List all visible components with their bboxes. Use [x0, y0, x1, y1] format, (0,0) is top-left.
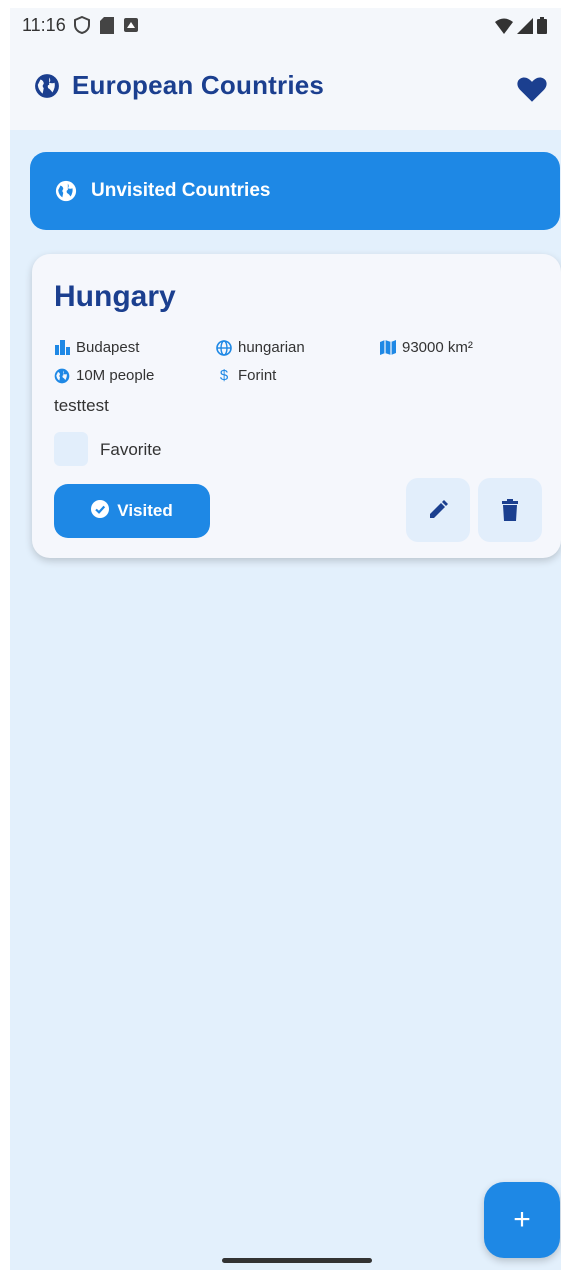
page-title: European Countries: [72, 70, 325, 100]
favorites-button[interactable]: [515, 72, 549, 106]
trash-icon: [502, 499, 518, 521]
battery-icon: [537, 17, 547, 39]
unvisited-filter-button[interactable]: Unvisited Countries: [30, 152, 560, 230]
dollar-icon: $: [219, 367, 229, 384]
app-screen: 11:16 European Countries Unvisited Count…: [10, 8, 561, 1270]
status-icons-right: [495, 17, 547, 39]
globe-icon: [55, 180, 77, 202]
home-indicator: [222, 1258, 372, 1263]
currency-fact: $ Forint: [216, 367, 277, 384]
heart-icon: [517, 77, 547, 102]
area-value: 93000 km²: [402, 339, 473, 356]
edit-button[interactable]: [406, 478, 470, 542]
population-fact: 10M people: [54, 367, 154, 384]
status-icons-left: [74, 15, 138, 39]
currency-value: Forint: [238, 367, 277, 384]
favorite-checkbox[interactable]: [54, 432, 88, 466]
signal-icon: [517, 17, 533, 39]
status-bar: 11:16: [10, 8, 561, 48]
visited-button[interactable]: Visited: [54, 484, 210, 538]
check-circle-icon: [91, 499, 110, 523]
capital-value: Budapest: [76, 339, 140, 356]
country-name: Hungary: [54, 280, 176, 313]
country-notes: testtest: [54, 396, 109, 415]
delete-button[interactable]: [478, 478, 542, 542]
city-icon: [54, 340, 70, 356]
country-card: Hungary Budapest hungarian 93000 km² 10M…: [32, 254, 561, 558]
favorite-label: Favorite: [100, 440, 162, 459]
status-time: 11:16: [22, 15, 66, 35]
capital-fact: Budapest: [54, 339, 139, 356]
sd-card-icon: [100, 16, 114, 39]
app-bar: European Countries: [10, 48, 561, 130]
population-value: 10M people: [76, 367, 155, 384]
language-icon: [216, 339, 232, 356]
shield-icon: [74, 15, 90, 39]
globe-icon: [34, 73, 60, 104]
notification-icon: [124, 18, 138, 37]
filter-label: Unvisited Countries: [91, 180, 271, 201]
globe-icon: [54, 368, 70, 384]
plus-icon: +: [513, 1203, 531, 1236]
add-country-fab[interactable]: +: [484, 1182, 560, 1258]
language-fact: hungarian: [216, 339, 305, 356]
map-icon: [380, 340, 396, 356]
language-value: hungarian: [238, 339, 305, 356]
wifi-icon: [495, 18, 513, 39]
area-fact: 93000 km²: [380, 339, 473, 356]
visited-label: Visited: [117, 501, 173, 520]
pencil-icon: [430, 500, 448, 518]
